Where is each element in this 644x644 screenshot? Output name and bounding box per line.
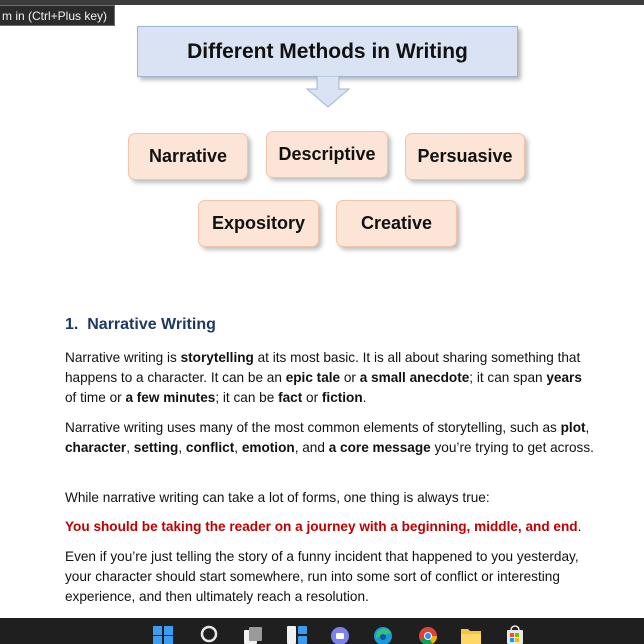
windows-start-icon[interactable] xyxy=(152,624,174,644)
method-box-creative: Creative xyxy=(336,200,457,247)
diagram-title-box: Different Methods in Writing xyxy=(137,26,518,77)
paragraph-3: While narrative writing can take a lot o… xyxy=(65,490,490,505)
chrome-browser-icon[interactable] xyxy=(417,624,439,644)
paragraph-2: Narrative writing uses many of the most … xyxy=(65,420,594,455)
store-icon[interactable] xyxy=(504,624,526,644)
teams-chat-icon[interactable] xyxy=(329,624,351,644)
paragraph-4-highlight: You should be taking the reader on a jou… xyxy=(65,519,582,534)
taskbar xyxy=(0,618,644,644)
zoom-tooltip: m in (Ctrl+Plus key) xyxy=(0,5,116,26)
task-view-icon[interactable] xyxy=(242,624,264,644)
paragraph-5: Even if you’re just telling the story of… xyxy=(65,549,579,604)
search-icon[interactable] xyxy=(199,624,221,644)
method-box-narrative: Narrative xyxy=(128,133,248,180)
diagram-down-arrow xyxy=(306,76,350,108)
file-explorer-icon[interactable] xyxy=(460,624,482,644)
method-box-expository: Expository xyxy=(198,200,319,247)
widgets-icon[interactable] xyxy=(286,624,308,644)
method-box-persuasive: Persuasive xyxy=(405,133,525,180)
section-heading: 1. Narrative Writing xyxy=(65,316,216,333)
edge-browser-icon[interactable] xyxy=(372,624,394,644)
method-box-descriptive: Descriptive xyxy=(266,131,388,178)
paragraph-1: Narrative writing is storytelling at its… xyxy=(65,350,582,405)
